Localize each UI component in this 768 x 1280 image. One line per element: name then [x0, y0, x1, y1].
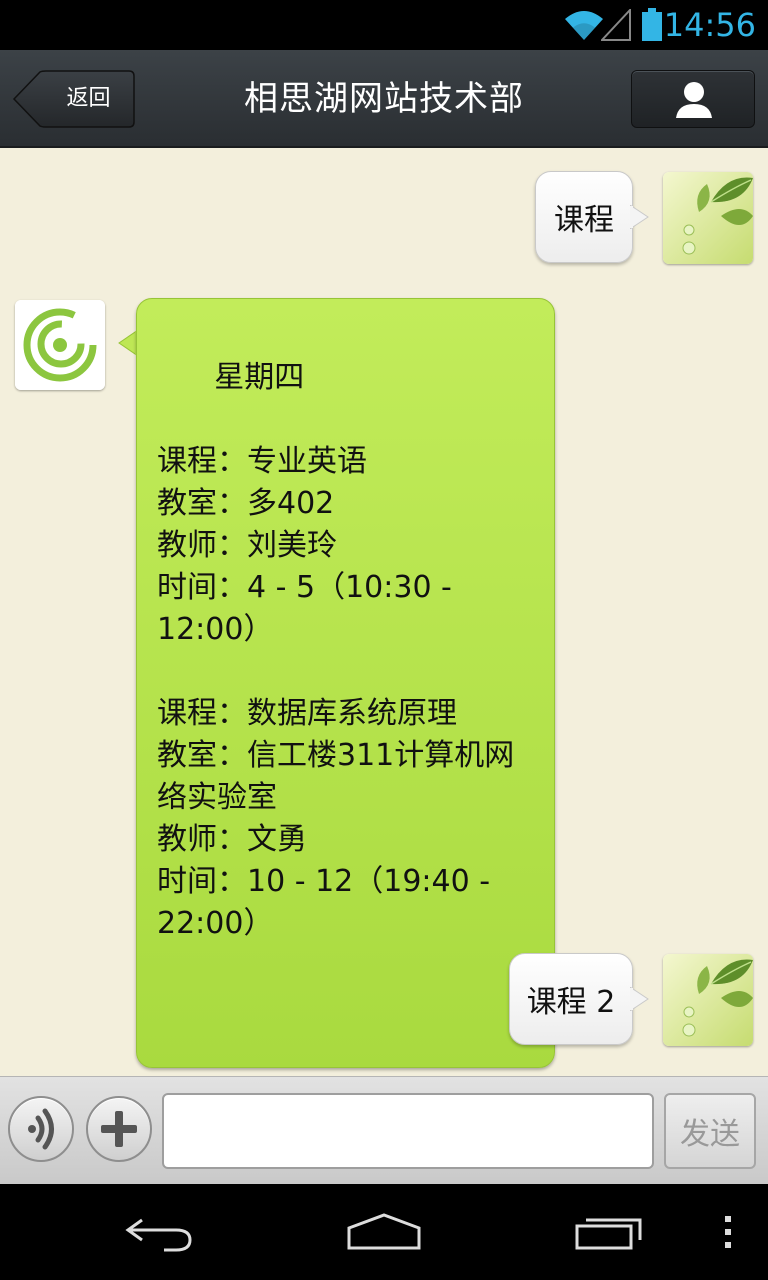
message-input[interactable]: [162, 1093, 654, 1169]
plus-icon: [101, 1111, 137, 1147]
profile-button[interactable]: [631, 70, 755, 128]
message-text: 课程 2: [526, 985, 616, 1020]
home-icon[interactable]: [346, 1212, 422, 1252]
title-bar: 返回 相思湖网站技术部: [0, 50, 768, 148]
chat-area[interactable]: 课程 星期四 课程：专业英语 教室：多402 教师：刘美玲 时间：4 - 5（1…: [0, 148, 768, 1076]
leaf-avatar-image: [663, 172, 753, 264]
send-button-label: 发送: [680, 1117, 740, 1152]
navigation-bar: [0, 1184, 768, 1280]
bubble-tail: [118, 330, 138, 356]
person-icon: [676, 82, 712, 118]
voice-icon: [28, 1108, 54, 1150]
leaf-avatar[interactable]: [663, 172, 753, 264]
message-bubble-incoming[interactable]: 星期四 课程：专业英语 教室：多402 教师：刘美玲 时间：4 - 5（10:3…: [136, 298, 555, 1068]
message-text: 星期四 课程：专业英语 教室：多402 教师：刘美玲 时间：4 - 5（10:3…: [157, 360, 515, 941]
signal-icon: [601, 9, 631, 41]
back-arrow-icon[interactable]: [124, 1214, 194, 1254]
leaf-avatar[interactable]: [663, 954, 753, 1046]
send-button[interactable]: 发送: [664, 1093, 756, 1169]
leaf-avatar-image: [663, 954, 753, 1046]
swirl-logo-image: [15, 300, 105, 390]
back-button[interactable]: 返回: [12, 70, 135, 128]
back-button-label: 返回: [66, 86, 111, 111]
recent-apps-icon[interactable]: [574, 1212, 646, 1252]
page-title: 相思湖网站技术部: [244, 79, 524, 119]
message-text: 课程: [554, 203, 614, 238]
voice-button[interactable]: [8, 1096, 74, 1162]
status-time: 14:56: [663, 6, 756, 44]
green-swirl-logo[interactable]: [15, 300, 105, 390]
status-bar: 14:56: [0, 0, 768, 50]
menu-dots-icon[interactable]: [723, 1214, 733, 1250]
add-button[interactable]: [86, 1096, 152, 1162]
bubble-tail: [630, 987, 649, 1011]
battery-icon: [642, 8, 662, 41]
input-bar: 发送: [0, 1076, 768, 1184]
message-bubble-outgoing[interactable]: 课程 2: [509, 953, 633, 1045]
bubble-tail: [630, 205, 649, 229]
message-bubble-outgoing[interactable]: 课程: [535, 171, 633, 263]
wifi-icon: [565, 11, 603, 40]
